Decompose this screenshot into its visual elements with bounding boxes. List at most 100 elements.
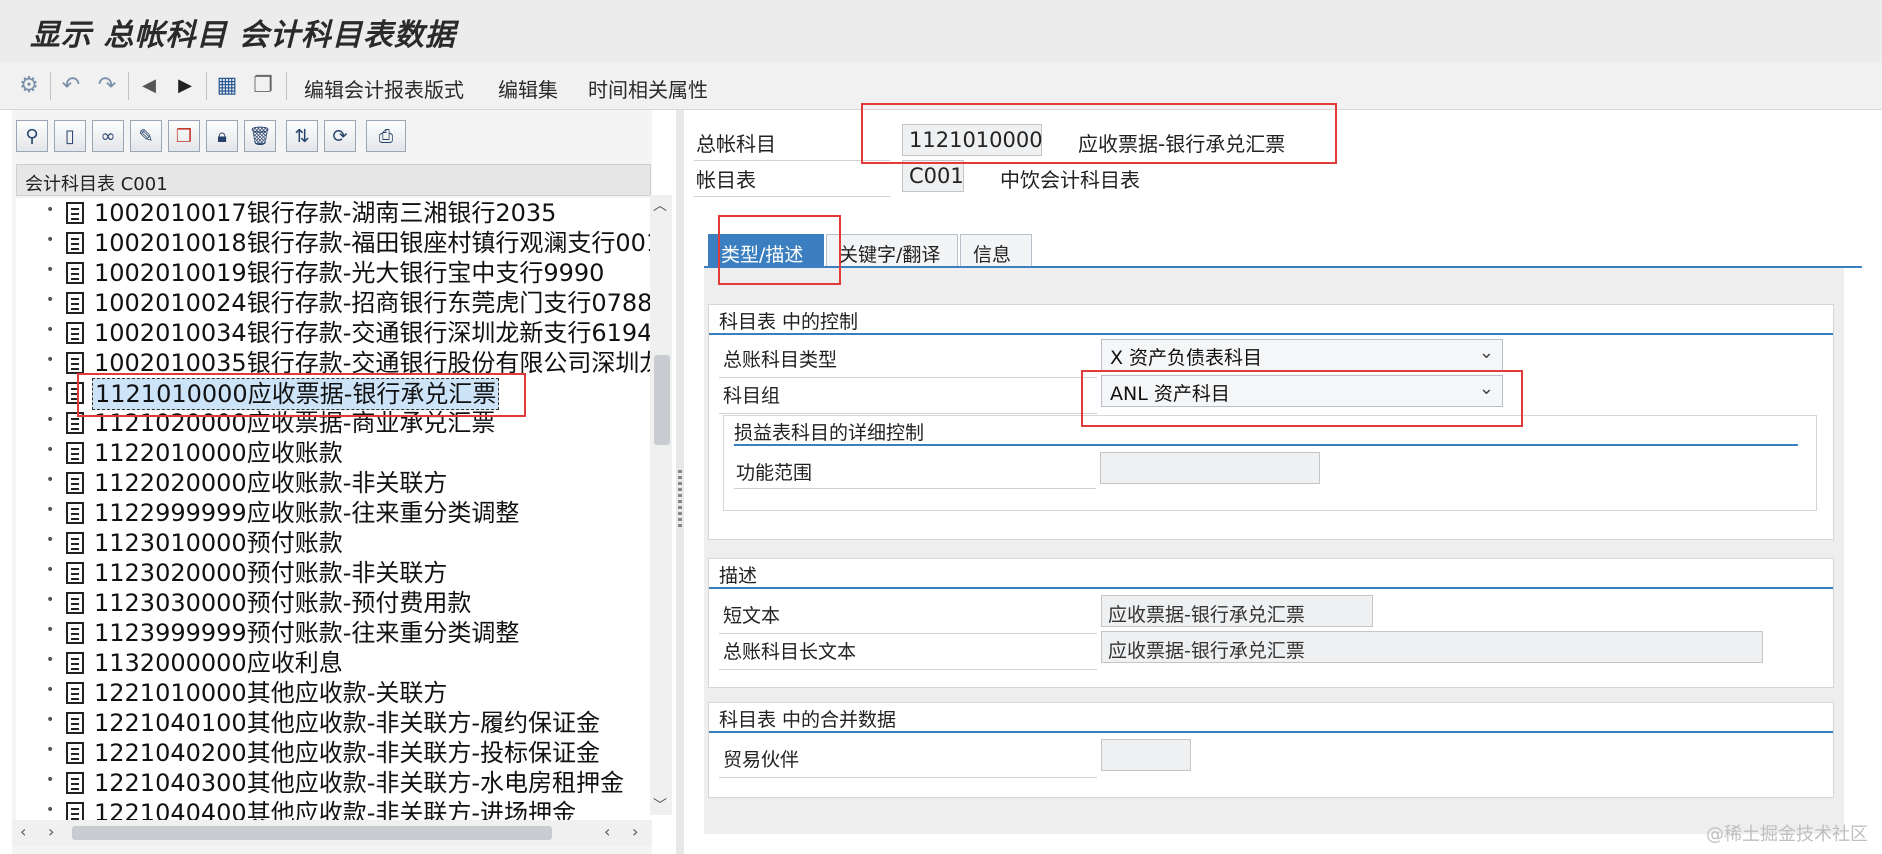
document-icon: [66, 772, 84, 794]
panel-splitter[interactable]: [676, 110, 684, 854]
tree-row-label[interactable]: 1221040100其他应收款-非关联方-履约保证金: [94, 708, 600, 738]
tree-row-label[interactable]: 1002010024银行存款-招商银行东莞虎门支行0788: [94, 288, 652, 318]
control-group: 科目表 中的控制 总账科目类型 X 资产负债表科目 ⌄ 科目组 ANL 资产科目…: [708, 304, 1834, 540]
tree-bullet-icon: •: [46, 232, 55, 248]
where-used-icon[interactable]: ▦: [212, 70, 242, 100]
tree-row[interactable]: • 1002010034银行存款-交通银行深圳龙新支行6194: [16, 318, 656, 348]
new-document-icon[interactable]: ▯: [54, 120, 86, 152]
tab-keyword-translation[interactable]: 关键字/翻译: [826, 234, 958, 268]
tree-row[interactable]: • 1221040300其他应收款-非关联方-水电房租押金: [16, 768, 656, 798]
tree-row-label[interactable]: 1002010019银行存款-光大银行宝中支行9990: [94, 258, 604, 288]
tree-bullet-icon: •: [46, 382, 55, 398]
long-text-label: 总账科目长文本: [723, 641, 857, 663]
group-title-line: [709, 587, 1833, 589]
chart-of-accounts-field[interactable]: C001: [902, 160, 964, 192]
tree-bullet-icon: •: [46, 352, 55, 368]
tree-row-label[interactable]: 1221010000其他应收款-关联方: [94, 678, 447, 708]
tree-row[interactable]: • 1122020000应收账款-非关联方: [16, 468, 656, 498]
scroll-left-icon[interactable]: ‹: [20, 822, 26, 841]
tree-row-label[interactable]: 1122999999应收账款-往来重分类调整: [94, 498, 519, 528]
tree-bullet-icon: •: [46, 562, 55, 578]
tree-row[interactable]: • 1122010000应收账款: [16, 438, 656, 468]
gl-account-field[interactable]: 1121010000: [902, 124, 1043, 156]
trading-partner-field[interactable]: [1101, 739, 1191, 771]
tree-row-label[interactable]: 1123020000预付账款-非关联方: [94, 558, 447, 588]
account-group-dropdown[interactable]: ANL 资产科目 ⌄: [1101, 375, 1503, 407]
refresh-icon[interactable]: ⟳: [324, 120, 356, 152]
lock-icon[interactable]: 🔒︎: [206, 120, 238, 152]
tree-row-label[interactable]: 1002010035银行存款-交通银行股份有限公司深圳龙: [94, 348, 656, 378]
tree-row[interactable]: • 1002010035银行存款-交通银行股份有限公司深圳龙: [16, 348, 656, 378]
tree-bullet-icon: •: [46, 652, 55, 668]
edit-pencil-icon[interactable]: ✎: [130, 120, 162, 152]
find-icon[interactable]: ⚲: [16, 120, 48, 152]
display-change-icon[interactable]: ⚙: [14, 70, 44, 100]
tree-row[interactable]: • 1121010000应收票据-银行承兑汇票: [16, 378, 656, 410]
functional-area-field[interactable]: [1100, 452, 1320, 484]
title-bar: 显示 总帐科目 会计科目表数据: [0, 0, 1882, 62]
tree-row[interactable]: • 1123010000预付账款: [16, 528, 656, 558]
tree-row-label[interactable]: 1123030000预付账款-预付费用款: [94, 588, 471, 618]
tree-row-label[interactable]: 1002010018银行存款-福田银座村镇行观澜支行001: [94, 228, 656, 258]
tree-row[interactable]: • 1221040100其他应收款-非关联方-履约保证金: [16, 708, 656, 738]
tree-row[interactable]: • 1123999999预付账款-往来重分类调整: [16, 618, 656, 648]
previous-icon[interactable]: ◀: [134, 70, 164, 100]
tree-row-label[interactable]: 1132000000应收利息: [94, 648, 343, 678]
copy-document-icon[interactable]: ❐: [248, 70, 278, 100]
chevron-down-icon[interactable]: ⌄: [1479, 342, 1494, 363]
display-glasses-icon[interactable]: ∞: [92, 120, 124, 152]
scroll-right-icon[interactable]: ›: [632, 822, 638, 841]
transport-icon[interactable]: ⇅: [286, 120, 318, 152]
tree-vertical-scrollbar[interactable]: ︿ ﹀: [650, 195, 672, 815]
tree-row[interactable]: • 1123030000预付账款-预付费用款: [16, 588, 656, 618]
scroll-down-icon[interactable]: ﹀: [653, 795, 667, 815]
tab-type-description[interactable]: 类型/描述: [708, 234, 824, 268]
delete-icon[interactable]: 🗑︎: [244, 120, 276, 152]
document-icon: [66, 562, 84, 584]
tree-row[interactable]: • 1123020000预付账款-非关联方: [16, 558, 656, 588]
scroll-up-icon[interactable]: ︿: [653, 195, 667, 215]
print-icon[interactable]: ⎙: [366, 120, 406, 152]
account-type-dropdown[interactable]: X 资产负债表科目 ⌄: [1101, 339, 1503, 371]
tree-row[interactable]: • 1002010024银行存款-招商银行东莞虎门支行0788: [16, 288, 656, 318]
chevron-down-icon[interactable]: ⌄: [1479, 378, 1494, 399]
scrollbar-thumb[interactable]: [72, 826, 552, 840]
scroll-right-icon[interactable]: ›: [48, 822, 54, 841]
tree-row[interactable]: • 1002010018银行存款-福田银座村镇行观澜支行001: [16, 228, 656, 258]
tree-row[interactable]: • 1132000000应收利息: [16, 648, 656, 678]
tree-row[interactable]: • 1221040200其他应收款-非关联方-投标保证金: [16, 738, 656, 768]
tree-row[interactable]: • 1121020000应收票据-商业承兑汇票: [16, 408, 656, 438]
tree-row[interactable]: • 1002010019银行存款-光大银行宝中支行9990: [16, 258, 656, 288]
field-underline: [719, 377, 1097, 378]
tree-row[interactable]: • 1122999999应收账款-往来重分类调整: [16, 498, 656, 528]
redo-icon[interactable]: ↷: [92, 70, 122, 100]
tree-row-label[interactable]: 1121020000应收票据-商业承兑汇票: [94, 408, 495, 438]
undo-icon[interactable]: ↶: [56, 70, 86, 100]
edit-sets-button[interactable]: 编辑集: [498, 74, 558, 103]
splitter-grip-icon[interactable]: [678, 470, 682, 530]
edit-fs-version-button[interactable]: 编辑会计报表版式: [304, 74, 464, 103]
tree-row[interactable]: • 1221010000其他应收款-关联方: [16, 678, 656, 708]
time-dependent-attributes-button[interactable]: 时间相关属性: [588, 74, 708, 103]
tree-row-label[interactable]: 1123999999预付账款-往来重分类调整: [94, 618, 519, 648]
short-text-field[interactable]: 应收票据-银行承兑汇票: [1101, 595, 1373, 627]
tree-bullet-icon: •: [46, 322, 55, 338]
next-icon[interactable]: ▶: [170, 70, 200, 100]
long-text-field[interactable]: 应收票据-银行承兑汇票: [1101, 631, 1763, 663]
tree-row-label[interactable]: 1123010000预付账款: [94, 528, 343, 558]
tree-row-label[interactable]: 1002010017银行存款-湖南三湘银行2035: [94, 198, 556, 228]
tree-row[interactable]: • 1002010017银行存款-湖南三湘银行2035: [16, 198, 656, 228]
tab-information[interactable]: 信息: [960, 234, 1032, 268]
tree-row-label[interactable]: 1221040200其他应收款-非关联方-投标保证金: [94, 738, 600, 768]
copy-icon[interactable]: ❒: [168, 120, 200, 152]
scroll-left-icon[interactable]: ‹: [604, 822, 610, 841]
toolbar-separator: [128, 72, 129, 100]
tree-row-label[interactable]: 1122020000应收账款-非关联方: [94, 468, 447, 498]
tree-row-label[interactable]: 1121010000应收票据-银行承兑汇票: [92, 378, 500, 410]
account-group-value: ANL 资产科目: [1110, 383, 1230, 405]
tree-horizontal-scrollbar[interactable]: ‹ › ‹ ›: [12, 820, 652, 846]
tree-row-label[interactable]: 1002010034银行存款-交通银行深圳龙新支行6194: [94, 318, 652, 348]
tree-row-label[interactable]: 1221040300其他应收款-非关联方-水电房租押金: [94, 768, 624, 798]
scrollbar-thumb[interactable]: [654, 355, 670, 445]
tree-row-label[interactable]: 1122010000应收账款: [94, 438, 343, 468]
